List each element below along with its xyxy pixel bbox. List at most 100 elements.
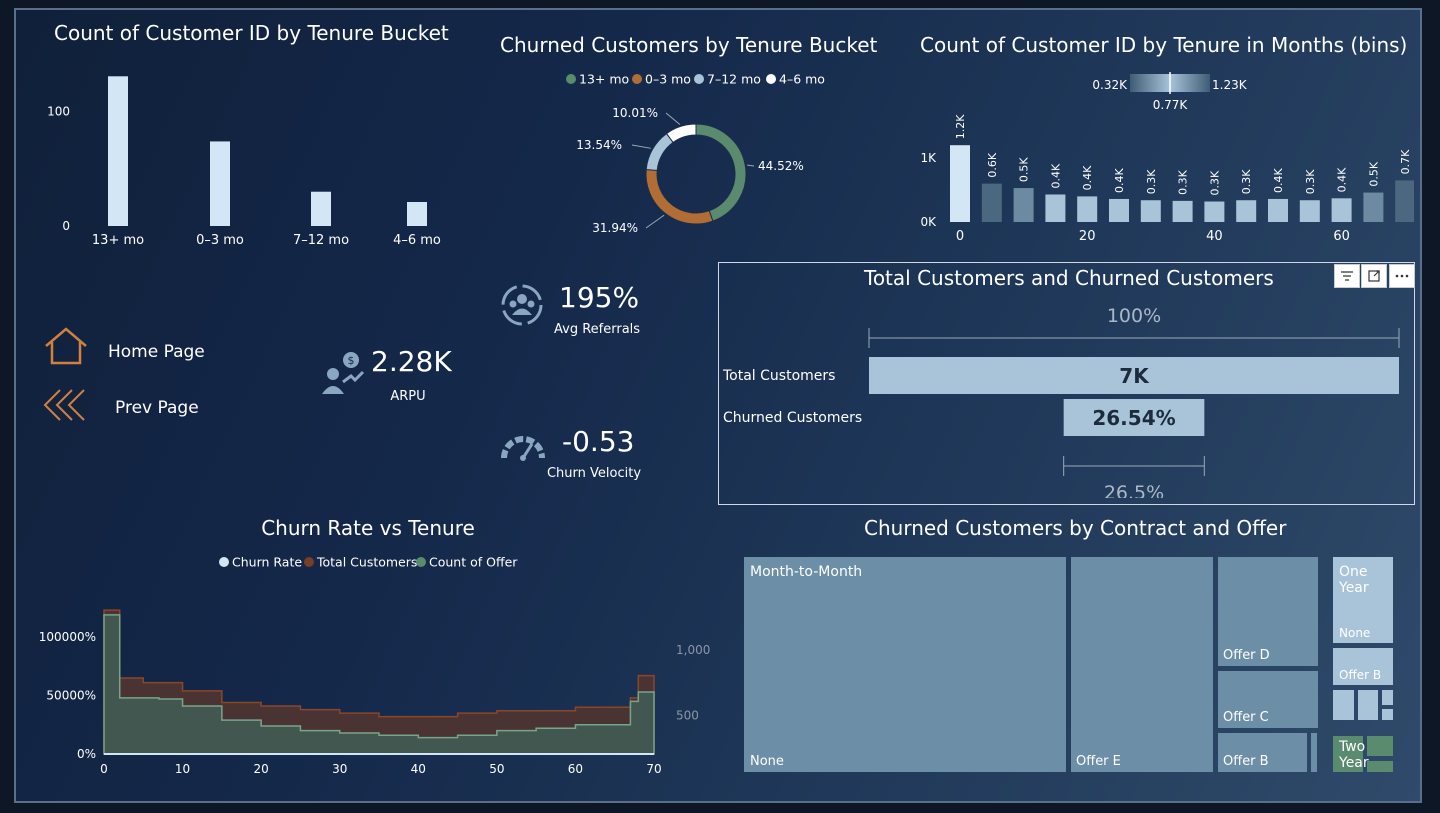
x-tick-label: 70 [646,762,661,776]
home-icon[interactable] [42,326,90,366]
report-canvas: Count of Customer ID by Tenure Bucket 0 1… [14,8,1422,803]
bar [1077,196,1098,222]
x-tick-label: 0–3 mo [196,233,244,246]
funnel-category-label: Churned Customers [723,410,862,426]
tenure-bucket-bar-chart[interactable]: 0 100 13+ mo 0–3 mo 7–12 mo 4–6 mo [28,66,468,246]
treemap-cell[interactable]: Offer E [1071,557,1213,772]
legend-marker [304,557,314,567]
x-tick-label: 7–12 mo [293,233,349,246]
treemap-cell[interactable]: Offer B [1333,648,1393,685]
legend-label: 7–12 mo [707,72,761,87]
data-label: 0.4K [1081,165,1094,190]
x-tick-label: 20 [254,762,269,776]
treemap-cell[interactable] [1367,761,1393,772]
treemap-cell-label: Offer B [1223,754,1269,769]
legend-label: Total Customers [316,555,417,570]
data-label: 0.3K [1304,169,1317,194]
treemap-cell[interactable] [1358,690,1378,720]
treemap-cell[interactable]: Two Year [1333,736,1369,772]
legend-label: Count of Offer [429,555,518,570]
legend-marker [416,557,426,567]
treemap-cell[interactable]: Offer C [1218,671,1318,728]
bar [311,191,331,226]
y2-tick-label: 500 [676,708,699,722]
donut-slice [645,132,674,171]
treemap-cell-label: Offer D [1223,648,1270,663]
chart-title: Count of Customer ID by Tenure in Months… [920,33,1408,57]
svg-text:$: $ [348,354,355,367]
legend-min-label: 0.32K [1092,78,1128,92]
bar [1140,200,1161,222]
x-tick-label: 0 [100,762,108,776]
data-label: 0.4K [1049,163,1062,188]
data-label: 0.3K [1145,169,1158,194]
x-tick-label: 0 [956,229,964,244]
treemap-cell[interactable]: Offer B [1218,733,1307,772]
donut-slice [645,168,714,225]
prev-page-link[interactable]: Prev Page [115,398,199,418]
y-tick-label: 100000% [39,630,96,644]
chart-title: Churned Customers by Tenure Bucket [500,33,878,57]
bar [981,183,1002,222]
y-tick-label: 0% [77,747,96,761]
y-tick-label: 0 [62,219,70,233]
churn-rate-vs-tenure-chart[interactable]: Churn Rate Total Customers Count of Offer 0… [14,548,734,783]
x-tick-label: 13+ mo [92,233,144,246]
treemap-cell[interactable]: Month-to-Month None [744,557,1066,772]
x-tick-label: 60 [568,762,583,776]
focus-mode-icon[interactable] [1361,264,1387,288]
treemap-cell[interactable] [1382,690,1393,705]
home-page-link[interactable]: Home Page [108,342,205,362]
chart-title: Churn Rate vs Tenure [261,516,475,540]
churn-velocity-label: Churn Velocity [546,466,642,481]
legend-max-label: 1.23K [1212,78,1248,92]
legend-label: 0–3 mo [645,72,691,87]
bar [1045,194,1066,222]
y-tick-label: 100 [47,105,70,119]
funnel-value-label: 7K [1119,364,1150,388]
treemap-cell[interactable] [1311,733,1317,772]
y-tick-label: 50000% [46,689,96,703]
treemap-group-label: One Year [1339,564,1369,596]
treemap-cell[interactable] [1333,690,1354,720]
data-label: 1.2K [954,114,967,139]
x-tick-label: 20 [1079,229,1096,244]
contract-offer-treemap[interactable]: Month-to-Month None Offer E Offer D Offe… [742,556,1402,774]
bar [1268,198,1288,222]
legend-label: 13+ mo [579,72,629,87]
data-label: 0.4K [1336,167,1349,192]
donut-slice [695,123,747,222]
leader-line [665,112,681,125]
x-tick-label: 60 [1333,229,1350,244]
leader-line [747,164,755,167]
churn-donut-chart[interactable]: 13+ mo 0–3 mo 7–12 mo 4–6 mo 44.52% 31.94% 13.… [554,68,854,248]
legend-label: Churn Rate [232,555,302,570]
data-label: 31.94% [592,221,638,235]
funnel-chart[interactable]: 100% 7K Total Customers 26.54% Churned Custo… [719,298,1409,498]
churn-velocity-value: -0.53 [562,425,635,458]
treemap-cell[interactable] [1367,736,1393,756]
treemap-cell[interactable]: One Year None [1333,557,1393,643]
bar [407,202,427,226]
legend-marker [766,74,776,84]
data-label: 0.3K [1177,169,1190,194]
leader-line [631,144,651,149]
bar [1331,198,1352,222]
gauge-icon [501,436,545,461]
arpu-label: ARPU [390,389,426,404]
treemap-cell[interactable] [1382,709,1393,720]
treemap-cell[interactable]: Offer D [1218,557,1318,666]
x-tick-label: 50 [489,762,504,776]
double-chevron-left-icon[interactable] [42,388,90,422]
data-label: 0.5K [1018,157,1031,182]
donut-slice [665,123,697,144]
treemap-cell-label: None [750,754,784,769]
more-options-icon[interactable] [1389,264,1415,288]
data-label: 13.54% [576,138,622,152]
filter-icon[interactable] [1334,264,1360,288]
data-label: 0.6K [986,152,999,177]
legend-marker [632,74,642,84]
count-of-offer-area [103,614,655,755]
chart-title: Count of Customer ID by Tenure Bucket [54,21,449,45]
tenure-bins-bar-chart[interactable]: 0.32K 1.23K 0.77K 0K 1K 1.2K 0.6K 0.5K 0.4K 0.4K 0… [894,64,1414,244]
